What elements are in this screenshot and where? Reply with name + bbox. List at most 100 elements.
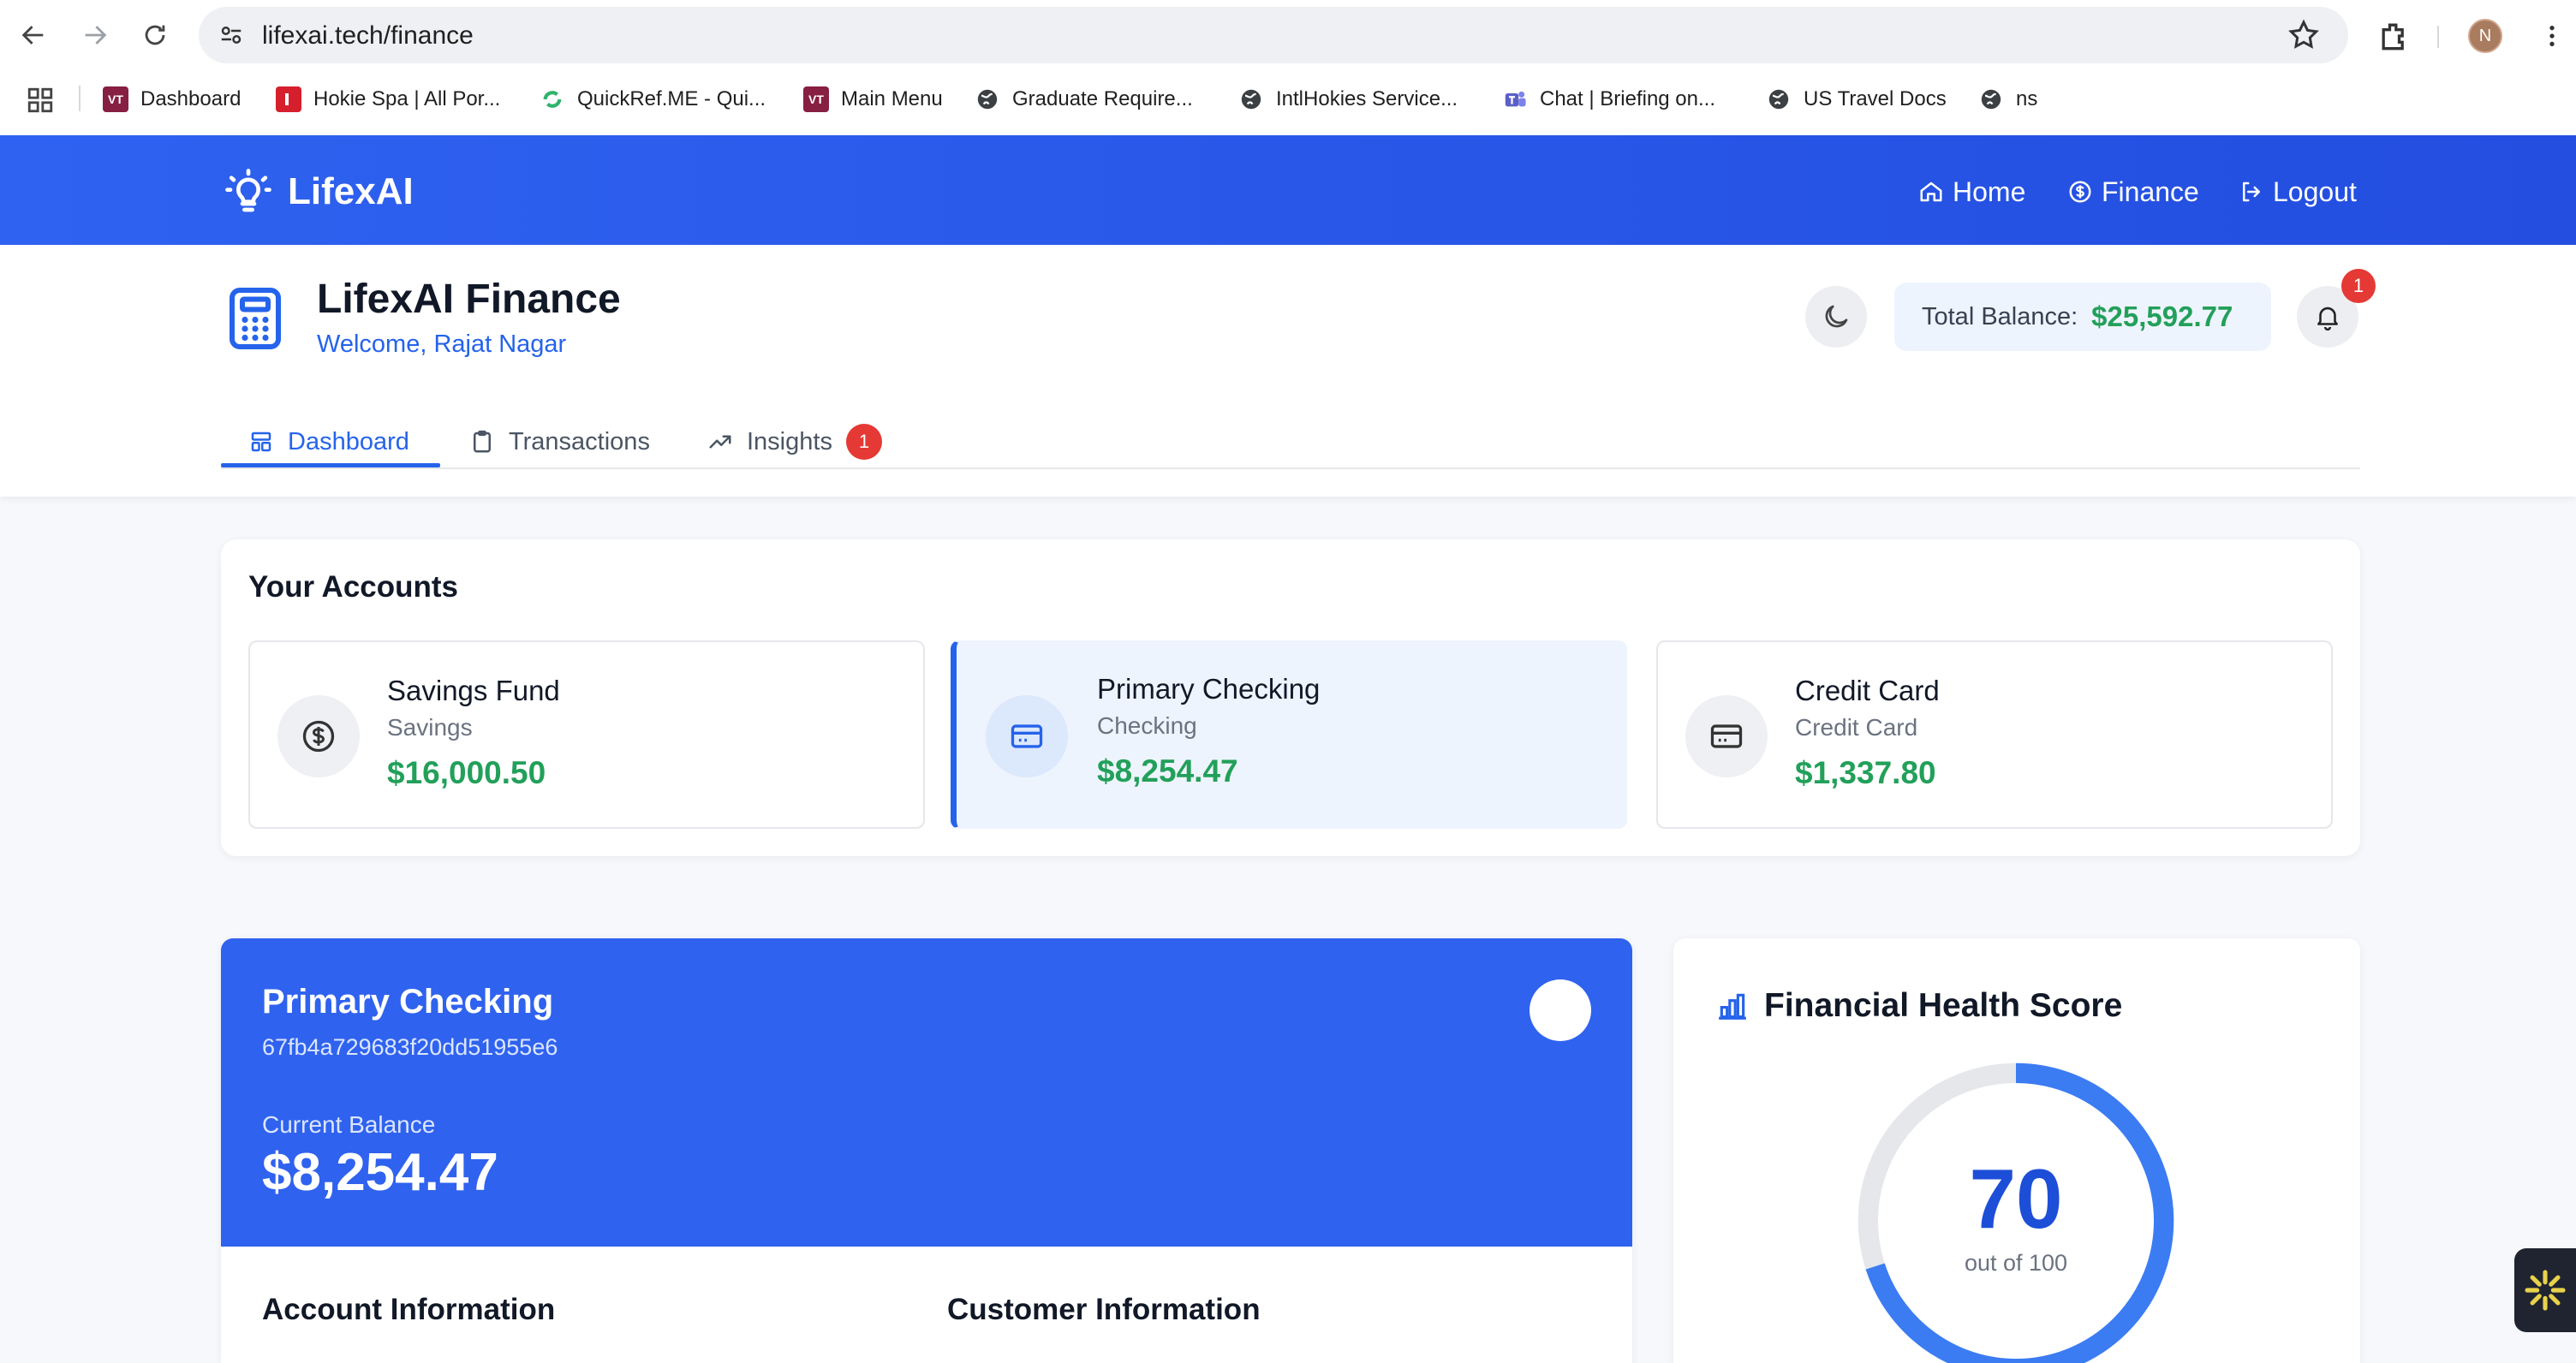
browser-menu-button[interactable] — [2535, 19, 2569, 53]
account-icon — [986, 695, 1068, 777]
account-balance: $8,254.47 — [1097, 753, 1238, 789]
bookmark-label: Dashboard — [140, 87, 242, 110]
health-score-subtitle: out of 100 — [1964, 1250, 2068, 1276]
clipboard-icon — [474, 430, 491, 453]
total-balance-label: Total Balance: — [1922, 302, 2078, 330]
url-text[interactable]: lifexai.tech/finance — [262, 21, 474, 51]
nav-label: Finance — [2102, 176, 2199, 207]
toolbar-divider — [2437, 26, 2439, 48]
bookmark-label: Chat | Briefing on... — [1540, 87, 1716, 110]
globe-icon — [1238, 86, 1264, 112]
account-type: Credit Card — [1795, 714, 1918, 741]
bookmark-label: US Travel Docs — [1804, 87, 1947, 110]
nav-label: Home — [1953, 176, 2026, 207]
tab-insights[interactable]: Insights 1 — [707, 416, 882, 467]
card-icon — [1011, 724, 1043, 748]
home-icon — [1920, 182, 1942, 202]
health-score-value: 70 — [1969, 1152, 2063, 1246]
card-icon — [1710, 724, 1743, 748]
customer-information-heading: Customer Information — [947, 1293, 1261, 1326]
quickref-icon — [540, 86, 565, 112]
dark-mode-toggle[interactable] — [1805, 286, 1867, 348]
address-bar[interactable]: lifexai.tech/finance — [199, 7, 2348, 63]
hokie-icon — [276, 86, 301, 112]
detail-account-name: Primary Checking — [262, 983, 554, 1021]
trending-up-icon — [709, 435, 731, 449]
tab-label: Transactions — [509, 427, 650, 455]
brand-name: LifexAI — [288, 170, 414, 212]
account-type: Savings — [387, 714, 473, 741]
current-balance-label: Current Balance — [262, 1111, 436, 1138]
active-tab-indicator — [221, 463, 440, 467]
insights-badge: 1 — [845, 424, 882, 460]
brand-logo[interactable]: LifexAI — [224, 166, 414, 217]
account-card-savings[interactable]: Savings Fund Savings $16,000.50 — [248, 640, 925, 829]
tabs-divider — [221, 467, 2360, 469]
teams-icon — [1502, 86, 1528, 112]
account-name: Primary Checking — [1097, 673, 1321, 705]
bookmark-label: QuickRef.ME - Qui... — [577, 87, 766, 110]
account-icon — [277, 695, 360, 777]
total-balance: Total Balance: $25,592.77 — [1894, 283, 2271, 351]
bookmark-us-travel-docs[interactable]: US Travel Docs — [1766, 82, 1947, 116]
detail-account-id: 67fb4a729683f20dd51955e6 — [262, 1034, 558, 1060]
nav-home[interactable]: Home — [1918, 171, 2025, 212]
extensions-icon[interactable] — [2376, 17, 2413, 55]
arrow-right-icon — [85, 26, 107, 45]
dashboard-icon — [251, 432, 271, 452]
account-balance: $1,337.80 — [1795, 755, 1936, 790]
calculator-icon — [230, 288, 281, 349]
arrow-left-icon — [21, 26, 44, 45]
apps-grid-icon[interactable] — [26, 86, 55, 115]
more-vertical-icon — [2549, 26, 2555, 46]
globe-icon — [1978, 86, 2004, 112]
bookmark-dashboard[interactable]: VT Dashboard — [103, 82, 241, 116]
bar-chart-icon — [1719, 993, 1746, 1020]
bookmark-main-menu[interactable]: VT Main Menu — [803, 82, 943, 116]
back-button[interactable] — [14, 15, 53, 55]
tab-dashboard[interactable]: Dashboard — [248, 416, 409, 467]
account-card-credit[interactable]: Credit Card Credit Card $1,337.80 — [1656, 640, 2333, 829]
dollar-circle-icon — [302, 720, 335, 753]
welcome-text: Welcome, Rajat Nagar — [317, 330, 567, 358]
site-info-icon[interactable] — [214, 18, 248, 52]
current-balance-value: $8,254.47 — [262, 1143, 498, 1202]
vt-icon: VT — [103, 86, 128, 112]
globe-icon — [1766, 86, 1792, 112]
forward-button[interactable] — [75, 15, 115, 55]
bookmark-intlhokies[interactable]: IntlHokies Service... — [1238, 82, 1458, 116]
tab-transactions[interactable]: Transactions — [469, 416, 650, 467]
profile-avatar[interactable]: N — [2468, 19, 2502, 53]
account-name: Credit Card — [1795, 675, 1940, 706]
account-balance: $16,000.50 — [387, 755, 546, 790]
bookmark-label: ns — [2016, 87, 2038, 110]
health-title-text: Financial Health Score — [1764, 987, 2123, 1024]
account-detail-card: Primary Checking 67fb4a729683f20dd51955e… — [221, 938, 1632, 1363]
bookmark-star-icon[interactable] — [2287, 18, 2321, 52]
bookmarks-divider — [79, 86, 80, 111]
account-type: Checking — [1097, 712, 1197, 739]
detail-toggle-circle[interactable] — [1530, 979, 1591, 1041]
moon-icon — [1825, 305, 1848, 328]
globe-icon — [975, 86, 1000, 112]
reload-icon — [145, 25, 165, 45]
bookmark-label: Hokie Spa | All Por... — [313, 87, 501, 110]
nav-finance[interactable]: Finance — [2067, 171, 2199, 212]
bookmark-label: IntlHokies Service... — [1276, 87, 1458, 110]
tab-label: Insights — [747, 427, 832, 455]
assistant-widget-button[interactable] — [2514, 1248, 2576, 1332]
bookmark-ns[interactable]: ns — [1978, 82, 2037, 116]
bookmark-graduate-requirements[interactable]: Graduate Require... — [975, 82, 1193, 116]
nav-logout[interactable]: Logout — [2239, 171, 2357, 212]
nav-label: Logout — [2273, 176, 2357, 207]
bookmark-quickref[interactable]: QuickRef.ME - Qui... — [540, 82, 766, 116]
page-title: LifexAI Finance — [317, 277, 621, 322]
bookmark-teams-chat[interactable]: Chat | Briefing on... — [1502, 82, 1715, 116]
sparkle-icon — [2525, 1270, 2566, 1311]
reload-button[interactable] — [135, 15, 175, 55]
financial-health-title: Financial Health Score — [1716, 983, 2122, 1029]
tab-label: Dashboard — [288, 427, 409, 455]
account-card-checking[interactable]: Primary Checking Checking $8,254.47 — [951, 640, 1627, 829]
bell-icon — [2317, 307, 2338, 331]
bookmark-hokie-spa[interactable]: Hokie Spa | All Por... — [276, 82, 500, 116]
